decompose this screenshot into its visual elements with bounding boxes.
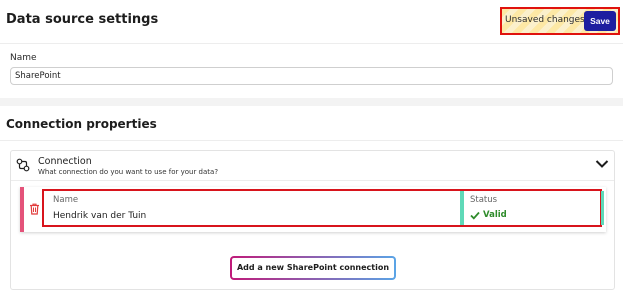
status-label: Status (470, 195, 498, 205)
connection-title: Connection (38, 156, 92, 167)
name-section: Name (0, 45, 623, 98)
name-input[interactable] (10, 67, 613, 85)
connection-properties-title: Connection properties (6, 117, 157, 131)
trash-icon[interactable] (29, 203, 40, 215)
page-title: Data source settings (6, 12, 159, 27)
connection-details: Name Hendrik van der Tuin Status Valid (42, 189, 604, 227)
check-icon (470, 211, 480, 220)
name-label: Name (10, 53, 37, 63)
divider (11, 180, 614, 181)
plug-icon (16, 158, 30, 172)
settings-header: Data source settings Unsaved changes Sav… (0, 0, 623, 44)
status-value: Valid (483, 210, 507, 220)
status-cell: Status Valid (460, 191, 604, 225)
save-button[interactable]: Save (584, 11, 616, 31)
unsaved-changes-bar: Unsaved changes Save (500, 7, 620, 35)
unsaved-changes-text: Unsaved changes (505, 15, 585, 25)
connection-properties-section: Connection properties Connection What co… (0, 106, 623, 296)
connection-card: Connection What connection do you want t… (10, 150, 615, 290)
connection-name-label: Name (53, 195, 79, 205)
connection-subtitle: What connection do you want to use for y… (38, 168, 219, 176)
chevron-down-icon[interactable] (595, 159, 609, 169)
connection-name-value: Hendrik van der Tuin (53, 211, 147, 221)
connection-row[interactable]: Name Hendrik van der Tuin Status Valid (20, 187, 606, 232)
add-connection-button[interactable]: Add a new SharePoint connection (230, 256, 396, 280)
section-divider (0, 98, 623, 106)
divider (0, 140, 623, 141)
